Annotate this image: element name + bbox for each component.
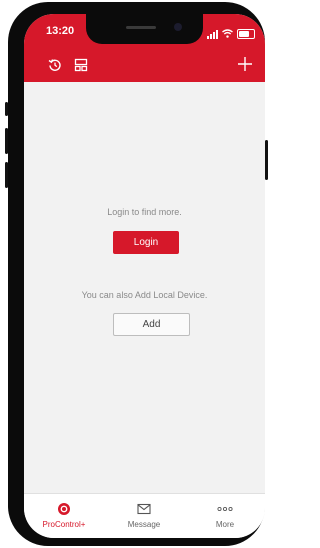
notch — [86, 14, 203, 44]
procontrol-icon — [24, 502, 104, 516]
nav-label-message: Message — [127, 520, 161, 529]
nav-item-procontrol[interactable]: ProControl+ — [24, 494, 104, 538]
login-button[interactable]: Login — [113, 231, 179, 254]
speaker — [126, 26, 156, 29]
front-camera — [174, 23, 182, 31]
app-header: 13:20 — [24, 14, 265, 82]
phone-frame: 13:20 Login to find more. Login You can … — [8, 2, 265, 546]
wifi-icon — [222, 25, 233, 43]
more-icon — [185, 502, 265, 516]
signal-icon — [207, 29, 218, 39]
add-icon[interactable] — [237, 56, 253, 77]
layout-icon[interactable] — [74, 58, 88, 77]
battery-icon — [237, 29, 255, 39]
status-indicators — [207, 25, 255, 43]
screen: 13:20 Login to find more. Login You can … — [24, 14, 265, 538]
refresh-icon[interactable] — [48, 58, 62, 77]
nav-item-more[interactable]: More — [185, 494, 265, 538]
status-time: 13:20 — [46, 25, 75, 37]
login-prompt: Login to find more. — [107, 207, 182, 217]
nav-label-procontrol: ProControl+ — [42, 520, 86, 529]
bottom-nav: ProControl+ Message More — [24, 493, 265, 538]
message-icon — [104, 502, 184, 516]
nav-item-message[interactable]: Message — [104, 494, 184, 538]
local-device-prompt: You can also Add Local Device. — [81, 290, 208, 300]
add-device-button[interactable]: Add — [113, 313, 190, 336]
nav-label-more: More — [215, 520, 235, 529]
power-button — [265, 140, 268, 180]
